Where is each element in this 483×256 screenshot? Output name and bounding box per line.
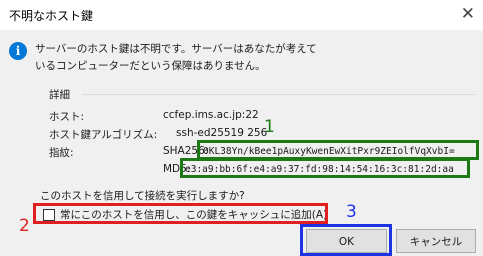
algorithm-value: ssh-ed25519 256 xyxy=(176,127,268,139)
annotation-box-checkbox xyxy=(33,203,328,224)
title-bar: 不明なホスト鍵 ✕ xyxy=(0,0,483,30)
annotation-number-2: 2 xyxy=(19,216,30,236)
fingerprint-label: 指紋: xyxy=(49,147,74,159)
host-value: ccfep.ims.ac.jp:22 xyxy=(163,109,259,121)
annotation-number-3: 3 xyxy=(346,202,357,222)
annotation-number-1: 1 xyxy=(264,117,275,137)
cancel-button[interactable]: キャンセル xyxy=(396,229,476,253)
close-icon[interactable]: ✕ xyxy=(461,5,475,23)
annotation-box-ok xyxy=(300,224,392,256)
annotation-box-fingerprint-md5 xyxy=(180,158,470,178)
trust-question: このホストを信用して接続を実行しますか? xyxy=(40,190,245,202)
details-divider xyxy=(82,94,475,95)
host-label: ホスト: xyxy=(49,111,85,123)
info-icon: i xyxy=(9,42,27,60)
algorithm-label: ホスト鍵アルゴリズム: xyxy=(49,129,158,141)
annotation-box-fingerprint-sha256 xyxy=(197,140,479,160)
warning-message-line-2: いるコンピューターだという保障はありません。 xyxy=(35,60,266,72)
details-group-title: 詳細 xyxy=(49,89,70,101)
warning-message: サーバーのホスト鍵は不明です。サーバーはあなたが考えて いるコンピューターだとい… xyxy=(35,41,335,75)
warning-message-line-1: サーバーのホスト鍵は不明です。サーバーはあなたが考えて xyxy=(35,43,317,55)
dialog-title: 不明なホスト鍵 xyxy=(9,9,94,23)
